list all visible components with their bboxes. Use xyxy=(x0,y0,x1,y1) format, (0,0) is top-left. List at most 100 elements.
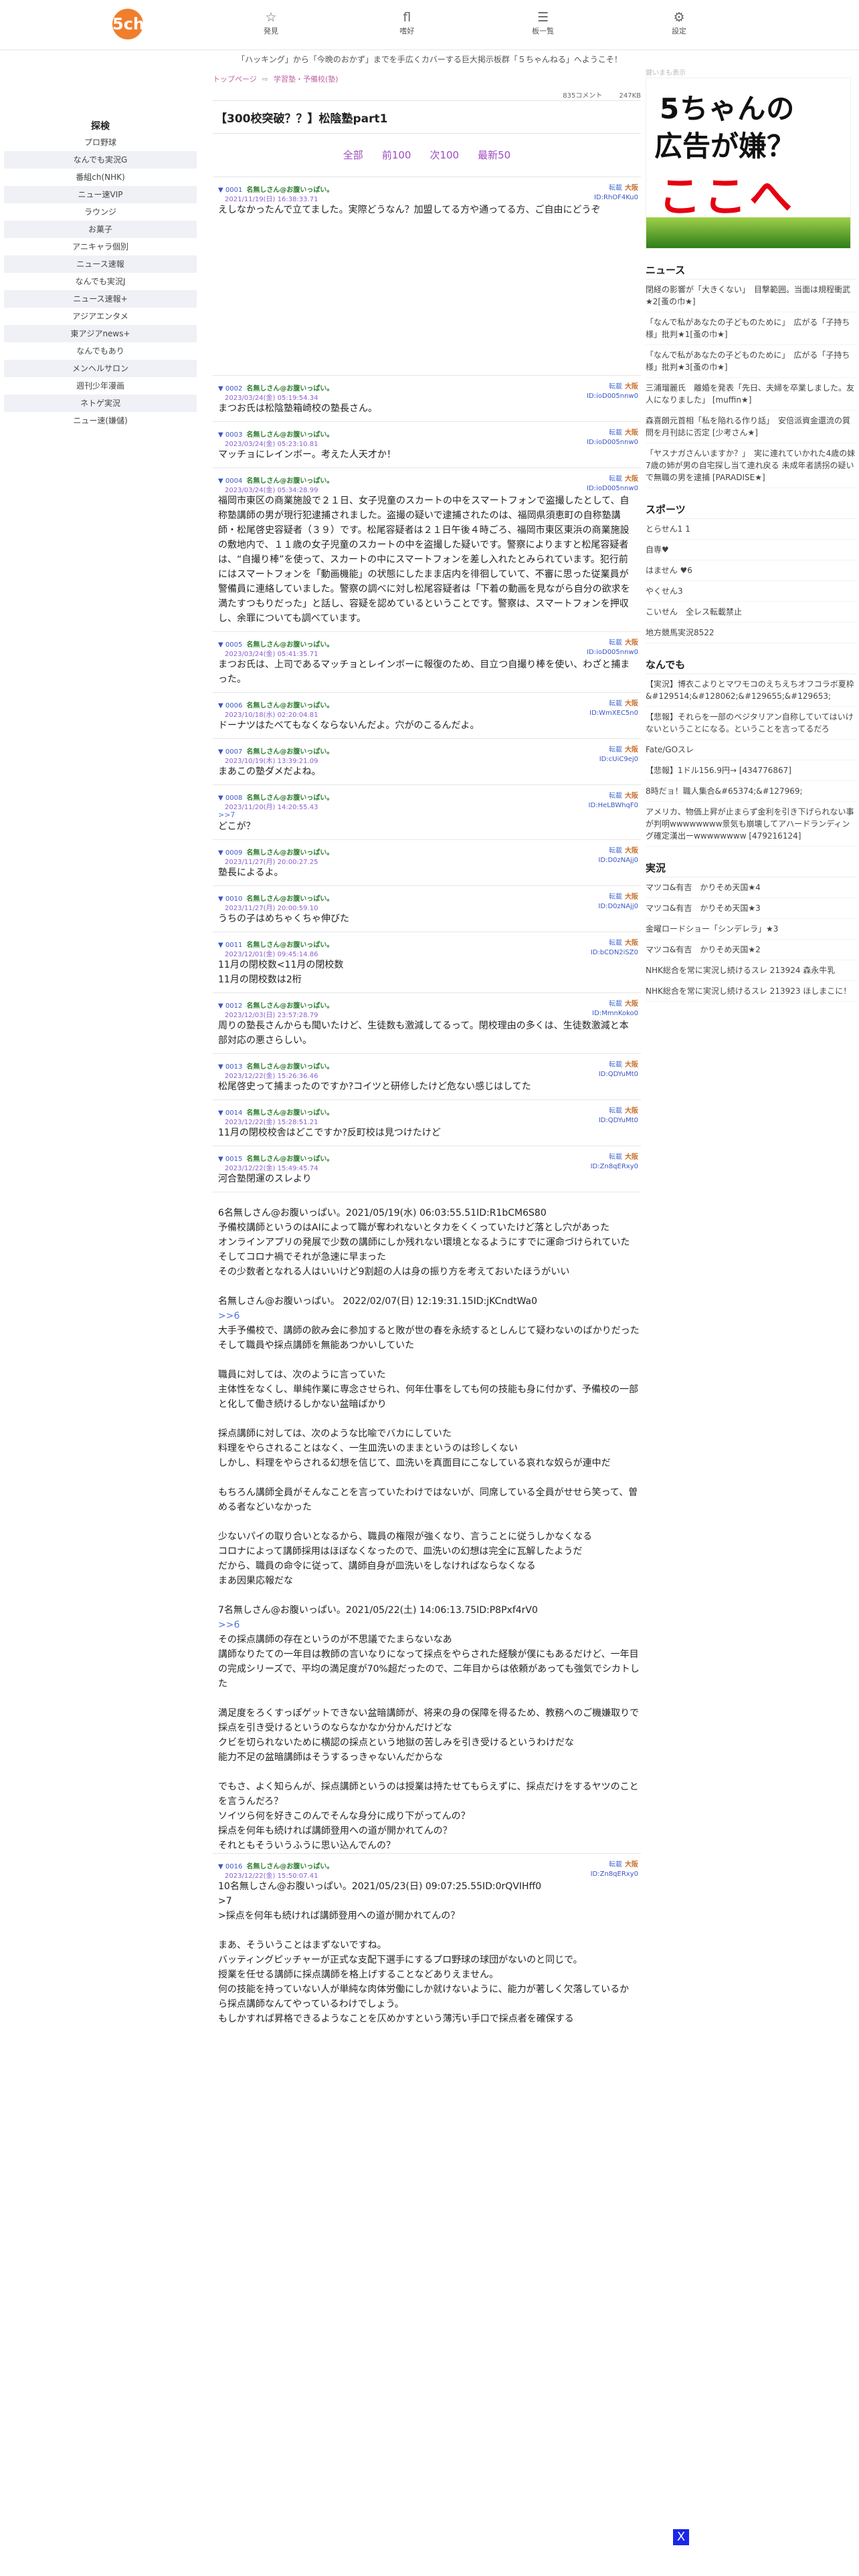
nav-discover[interactable]: ☆ 発見 xyxy=(204,9,338,44)
sidebar-item[interactable]: 東アジアnews+ xyxy=(4,325,197,342)
repost-link[interactable]: 転載 xyxy=(609,383,622,391)
side-link[interactable]: アメリカ、物価上昇が止まらず金利を引き下げられない事が判明wwwwwwww景気も… xyxy=(646,802,856,847)
poster-id[interactable]: ID:MmnKoko0 xyxy=(592,1009,638,1018)
poster-id[interactable]: ID:RhOF4Ku0 xyxy=(594,193,638,203)
sidebar-item[interactable]: ニュー速VIP xyxy=(4,186,197,203)
repost-link[interactable]: 転載 xyxy=(609,1861,622,1868)
sidebar-item[interactable]: なんでもあり xyxy=(4,342,197,360)
side-link[interactable]: NHK総合を常に実況し続けるスレ 213923 ほしまこに！ xyxy=(646,981,856,1002)
pager-latest50[interactable]: 最新50 xyxy=(478,134,510,177)
repost-link[interactable]: 転載 xyxy=(609,847,622,855)
side-link[interactable]: 【悲報】1ドル156.9円→ [434776867] xyxy=(646,760,856,781)
pager-all[interactable]: 全部 xyxy=(343,134,363,177)
side-link[interactable]: Fate/GOスレ xyxy=(646,740,856,760)
post-body: 10名無しさん@お腹いっぱい。2021/05/23(日) 09:07:25.55… xyxy=(218,1881,630,2024)
pager-next100[interactable]: 次100 xyxy=(430,134,459,177)
sidebar-item[interactable]: 週刊少年漫画 xyxy=(4,377,197,395)
side-link[interactable]: 地方競馬実況8522 xyxy=(646,623,856,643)
side-link[interactable]: やくせん3 xyxy=(646,581,856,602)
poster-id[interactable]: ID:WmXEC5n0 xyxy=(589,709,638,718)
reply-anchor[interactable]: >>6 xyxy=(218,1309,641,1323)
post-header: ▼ 0010 名無しさん@お腹いっぱい。 2023/11/27(月) 20:00:5… xyxy=(218,893,641,912)
side-link[interactable]: 【実況】博衣こよりとマワモコのえちえちオフコラボ夏枠 &#129514;&#12… xyxy=(646,674,856,707)
poster-id[interactable]: ID:ioD005nnw0 xyxy=(587,484,638,494)
sidebar-item[interactable]: なんでも実況J xyxy=(4,273,197,290)
poster-id[interactable]: ID:cUiC9ej0 xyxy=(599,755,638,764)
side-link[interactable]: 「なんで私があなたの子どものために」 広がる「子持ち様」批判★3[蚤の巾★] xyxy=(646,345,856,378)
side-link[interactable]: こいせん 全レス転載禁止 xyxy=(646,602,856,623)
breadcrumb-top[interactable]: トップページ xyxy=(213,75,257,84)
sidebar-item[interactable]: ニュース速報+ xyxy=(4,290,197,308)
poster-id[interactable]: ID:QDYuMt0 xyxy=(599,1070,638,1079)
site-logo[interactable]: 5ch xyxy=(112,9,145,39)
post-body: 11月の閉校数<11月の閉校数 11月の閉校数は2桁 xyxy=(218,960,344,985)
repost-link[interactable]: 転載 xyxy=(609,700,622,708)
sidebar-item[interactable]: お菓子 xyxy=(4,221,197,238)
side-link[interactable]: 【悲報】それらを一部のベジタリアン自称していてはいけないということになる。という… xyxy=(646,707,856,740)
poster-id[interactable]: ID:Zn8qERxy0 xyxy=(591,1162,638,1172)
repost-link[interactable]: 転載 xyxy=(609,1154,622,1161)
close-icon[interactable]: X xyxy=(673,2529,689,2545)
repost-link[interactable]: 転載 xyxy=(609,429,622,437)
repost-link[interactable]: 転載 xyxy=(609,475,622,483)
side-link[interactable]: 「ヤスナガさんいますか？」 実に連れていかれた4歳の妹 7歳の姉が男の自宅探し当… xyxy=(646,443,859,488)
repost-link[interactable]: 転載 xyxy=(609,1000,622,1008)
repost-link[interactable]: 転載 xyxy=(609,1061,622,1069)
post-actions: 転載 大阪 ID:QDYuMt0 xyxy=(599,1061,638,1079)
sidebar-item[interactable]: ネトゲ実況 xyxy=(4,395,197,412)
poster-id[interactable]: ID:HeLBWhqF0 xyxy=(589,801,638,811)
poster-id[interactable]: ID:QDYuMt0 xyxy=(599,1116,638,1125)
left-sidebar: 探検 プロ野球 なんでも実況G 番組ch(NHK) ニュー速VIP ラウンジ お菓子 アニキ… xyxy=(0,119,201,429)
sidebar-item[interactable]: 番組ch(NHK) xyxy=(4,169,197,186)
quoted-text: その採点講師の存在というのが不思議でたまらないなあ 講師なりたての一年目は教師の… xyxy=(218,1634,640,1851)
side-link[interactable]: 8時だョ！職人集合&#65374;&#127969; xyxy=(646,781,856,802)
sidebar-item[interactable]: アニキャラ個別 xyxy=(4,238,197,255)
post-header: ▼ 0003 名無しさん@お腹いっぱい。 2023/03/24(金) 05:23:1… xyxy=(218,429,641,448)
sidebar-item[interactable]: ラウンジ xyxy=(4,203,197,221)
sidebar-item[interactable]: メンヘルサロン xyxy=(4,360,197,377)
poster-id[interactable]: ID:Zn8qERxy0 xyxy=(591,1870,638,1879)
side-link[interactable]: 閉経の影響が「大きくない」 目撃範囲。当面は規程衝武★2[蚤の巾★] xyxy=(646,280,856,312)
nav-preference[interactable]: fl 嗜好 xyxy=(340,9,474,44)
nav-settings[interactable]: ⚙ 設定 xyxy=(612,9,746,44)
nav-board-list[interactable]: ☰ 板一覧 xyxy=(476,9,610,44)
poster-id[interactable]: ID:ioD005nnw0 xyxy=(587,648,638,657)
side-link[interactable]: 三浦瑠麗氏 離婚を発表「先日、夫婦を卒業しました。友人になりました」 [muff… xyxy=(646,378,856,411)
sidebar-item[interactable]: ニュース速報 xyxy=(4,255,197,273)
side-link[interactable]: とらせん1 1 xyxy=(646,519,856,540)
ad-banner[interactable]: 5ちゃんの 広告が嫌？ ここへ xyxy=(646,78,851,249)
reply-anchor[interactable]: >>6 xyxy=(218,1618,641,1632)
repost-link[interactable]: 転載 xyxy=(609,185,622,192)
region-tag: 大阪 xyxy=(625,1107,638,1115)
side-section: ニュース 閉経の影響が「大きくない」 目撃範囲。当面は規程衝武★2[蚤の巾★] 「な… xyxy=(646,262,859,488)
poster-id[interactable]: ID:D0zNAjj0 xyxy=(598,856,638,865)
side-link[interactable]: 「なんで私があなたの子どものために」 広がる「子持ち様」批判★1[蚤の巾★] xyxy=(646,312,856,345)
sidebar-item[interactable]: アジアエンタメ xyxy=(4,308,197,325)
pager-prev100[interactable]: 前100 xyxy=(382,134,411,177)
poster-id[interactable]: ID:ioD005nnw0 xyxy=(587,392,638,401)
poster-id[interactable]: ID:ioD005nnw0 xyxy=(587,438,638,447)
repost-link[interactable]: 転載 xyxy=(609,792,622,800)
side-link[interactable]: NHK総合を常に実況し続けるスレ 213924 森永牛乳 xyxy=(646,960,856,981)
poster-id[interactable]: ID:bCDN2iSZ0 xyxy=(591,948,638,958)
side-link[interactable]: はません ♥6 xyxy=(646,560,856,581)
side-link[interactable]: マツコ&有吉 かりそめ天国★2 xyxy=(646,940,856,960)
post-actions: 転載 大阪 ID:MmnKoko0 xyxy=(592,1000,638,1018)
side-link[interactable]: マツコ&有吉 かりそめ天国★4 xyxy=(646,877,856,898)
side-link[interactable]: 金曜ロードショー「シンデレラ」★3 xyxy=(646,919,856,940)
repost-link[interactable]: 転載 xyxy=(609,940,622,947)
side-link[interactable]: 自専♥ xyxy=(646,540,856,560)
reply-anchor[interactable]: >>7 xyxy=(218,811,641,819)
sidebar-item[interactable]: プロ野球 xyxy=(4,134,197,151)
repost-link[interactable]: 転載 xyxy=(609,1107,622,1115)
post: ▼ 0016 名無しさん@お腹いっぱい。 2023/12/22(金) 15:50:0… xyxy=(213,1853,641,2032)
repost-link[interactable]: 転載 xyxy=(609,639,622,647)
side-link[interactable]: マツコ&有吉 かりそめ天国★3 xyxy=(646,898,856,919)
poster-id[interactable]: ID:D0zNAjj0 xyxy=(598,902,638,911)
side-link[interactable]: 森喜朗元首相「私を陥れる作り話」 安倍派資金還流の質問を月刊誌に否定 [少考さん… xyxy=(646,411,856,443)
sidebar-item[interactable]: ニュー速(嫌儲) xyxy=(4,412,197,429)
breadcrumb-board[interactable]: 学習塾・予備校(塾) xyxy=(274,75,339,84)
repost-link[interactable]: 転載 xyxy=(609,893,622,901)
repost-link[interactable]: 転載 xyxy=(609,746,622,754)
sidebar-item[interactable]: なんでも実況G xyxy=(4,151,197,169)
